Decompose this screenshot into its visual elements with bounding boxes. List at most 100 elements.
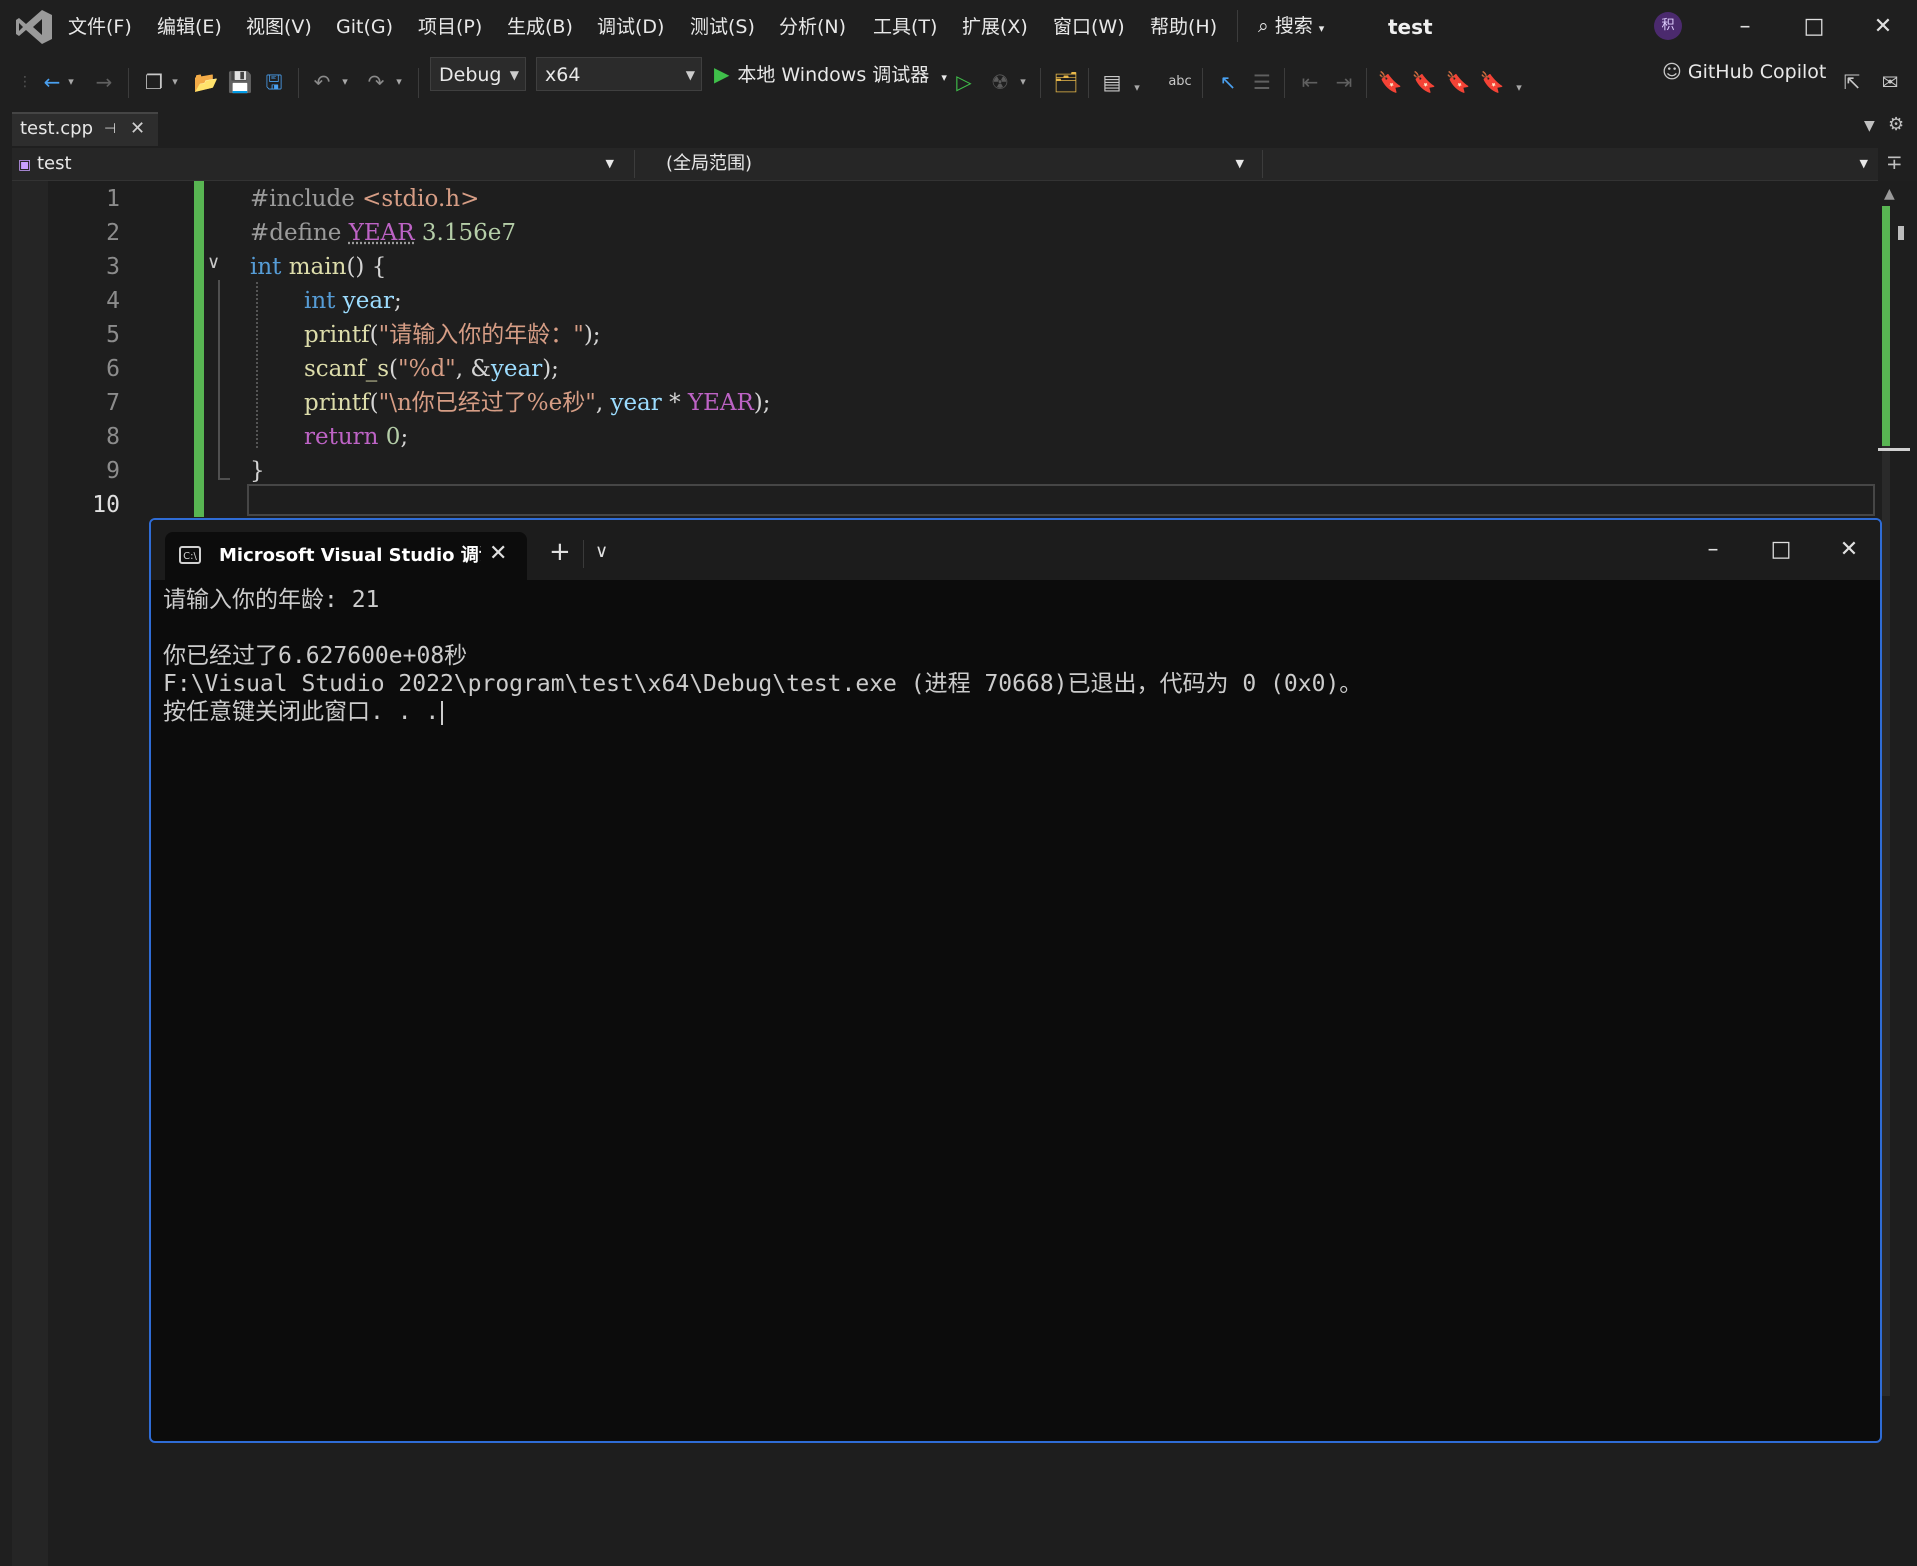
back-dropdown-icon[interactable]: ▾ [64,68,78,96]
member-dropdown[interactable]: ▼ [1272,148,1872,180]
previous-bookmark-icon[interactable]: 🔖 [1410,68,1438,96]
code-token: year [610,390,662,416]
current-line-highlight[interactable] [247,484,1875,516]
code-token: printf [304,390,370,416]
new-item-dropdown-icon[interactable]: ▾ [168,68,182,96]
scope-dropdown[interactable]: (全局范围) ▼ [666,148,1254,180]
console-tab[interactable]: C:\ Microsoft Visual Studio 调试控制台 ✕ [165,532,527,580]
close-icon[interactable]: ✕ [130,114,145,144]
code-token: year [342,288,395,314]
clear-bookmarks-icon[interactable]: 🔖 [1478,68,1506,96]
start-debugging-button[interactable]: ▶ 本地 Windows 调试器 ▾ [714,56,947,92]
console-line: F:\Visual Studio 2022\program\test\x64\D… [163,671,1363,697]
code-token: "\n你已经过了%e秒" [378,390,596,416]
code-token: #include [250,186,355,212]
scroll-up-icon[interactable]: ▲ [1884,186,1895,202]
indent-guide [256,282,258,448]
redo-dropdown-icon[interactable]: ▾ [392,68,406,96]
code-line-2: #define YEAR 3.156e7 [250,216,516,250]
bookmark-icon[interactable]: 🔖 [1376,68,1404,96]
new-item-icon[interactable]: ❐ [140,68,168,96]
menu-git[interactable]: Git(G) [336,12,393,42]
console-close-button[interactable]: ✕ [1827,532,1871,568]
code-line-7: printf("\n你已经过了%e秒", year * YEAR); [304,386,771,420]
menu-extensions[interactable]: 扩展(X) [962,12,1028,42]
navigate-forward-icon[interactable]: → [90,68,118,96]
search-label: 搜索 [1274,15,1313,37]
window-layout-icon[interactable]: ▤ [1098,68,1126,96]
new-tab-button[interactable]: + [549,534,571,570]
toolbar-grip-icon[interactable]: ⋮ [18,68,32,96]
chevron-down-icon[interactable]: ∨ [595,534,608,570]
code-token: , [595,390,611,416]
account-avatar[interactable]: 积 [1654,12,1682,40]
save-all-icon[interactable]: 🖫 [260,68,288,96]
menu-help[interactable]: 帮助(H) [1150,12,1217,42]
hot-reload-dropdown-icon[interactable]: ▾ [1016,68,1030,96]
menu-build[interactable]: 生成(B) [507,12,573,42]
github-copilot-button[interactable]: ☺ GitHub Copilot [1662,56,1826,88]
layout-dropdown-icon[interactable]: ▾ [1130,74,1144,102]
spell-check-icon[interactable]: abc [1166,68,1194,96]
line-number: 6 [106,356,120,382]
scrollbar-thumb[interactable] [1898,226,1904,240]
line-number: 5 [106,322,120,348]
toolbar-separator [1202,68,1203,98]
hot-reload-icon[interactable]: ☢ [986,68,1014,96]
menu-debug[interactable]: 调试(D) [597,12,664,42]
debug-console-window[interactable]: C:\ Microsoft Visual Studio 调试控制台 ✕ + ∨ … [149,518,1882,1443]
gear-icon[interactable]: ⚙ [1888,114,1904,135]
browse-folder-icon[interactable]: 🗂 [1052,68,1080,96]
redo-icon[interactable]: ↷ [362,68,390,96]
solution-title: test [1388,15,1433,39]
tab-list-dropdown-icon[interactable]: ▼ [1864,118,1875,134]
menu-edit[interactable]: 编辑(E) [157,12,222,42]
select-element-icon[interactable]: ↖ [1214,68,1242,96]
menu-tools[interactable]: 工具(T) [873,12,937,42]
menu-file[interactable]: 文件(F) [68,12,132,42]
undo-icon[interactable]: ↶ [308,68,336,96]
undo-dropdown-icon[interactable]: ▾ [338,68,352,96]
console-maximize-button[interactable]: □ [1759,532,1803,568]
chevron-down-icon[interactable]: ∨ [207,252,220,273]
decrease-indent-icon[interactable]: ⇤ [1296,68,1324,96]
code-line-4: int year; [304,284,402,318]
run-label: 本地 Windows 调试器 [737,64,930,86]
menu-window[interactable]: 窗口(W) [1053,12,1125,42]
console-output[interactable]: 请输入你的年龄: 21 你已经过了6.627600e+08秒 F:\Visual… [163,586,1863,1426]
menu-project[interactable]: 项目(P) [418,12,482,42]
platform-dropdown[interactable]: x64 ▼ [536,57,702,91]
toolbar-separator [1088,68,1089,98]
pin-icon[interactable]: ⊣ [104,114,116,144]
toolbar-overflow-icon[interactable]: ▾ [1512,74,1526,102]
configuration-dropdown[interactable]: Debug ▼ [430,57,526,91]
close-window-button[interactable]: ✕ [1863,10,1903,44]
platform-value: x64 [545,64,581,86]
close-icon[interactable]: ✕ [489,540,507,568]
console-line: 按任意键关闭此窗口. . . [163,699,440,725]
code-line-9: } [250,454,265,488]
open-folder-icon[interactable]: 📂 [192,68,220,96]
menu-analyze[interactable]: 分析(N) [779,12,846,42]
feedback-icon[interactable]: ✉ [1876,68,1904,96]
navigate-back-icon[interactable]: ← [38,68,66,96]
project-dropdown[interactable]: ▣ test ▼ [18,148,624,180]
maximize-button[interactable]: □ [1794,10,1834,44]
increase-indent-icon[interactable]: ⇥ [1330,68,1358,96]
save-icon[interactable]: 💾 [226,68,254,96]
menu-view[interactable]: 视图(V) [246,12,312,42]
start-without-debugging-icon[interactable]: ▷ [950,68,978,96]
search-button[interactable]: ⌕ 搜索 ▾ [1258,10,1324,42]
console-tab-separator [583,540,584,568]
document-tab-test-cpp[interactable]: test.cpp ⊣ ✕ [12,112,158,146]
share-icon[interactable]: ⇱ [1838,68,1866,96]
code-token: ; [400,424,409,450]
next-bookmark-icon[interactable]: 🔖 [1444,68,1472,96]
code-token: main [288,254,347,280]
split-editor-icon[interactable]: ∓ [1886,150,1903,174]
comment-out-icon[interactable]: ☰ [1248,68,1276,96]
console-minimize-button[interactable]: – [1691,532,1735,568]
code-token: ( [389,356,399,382]
minimize-button[interactable]: – [1725,10,1765,44]
menu-test[interactable]: 测试(S) [690,12,755,42]
